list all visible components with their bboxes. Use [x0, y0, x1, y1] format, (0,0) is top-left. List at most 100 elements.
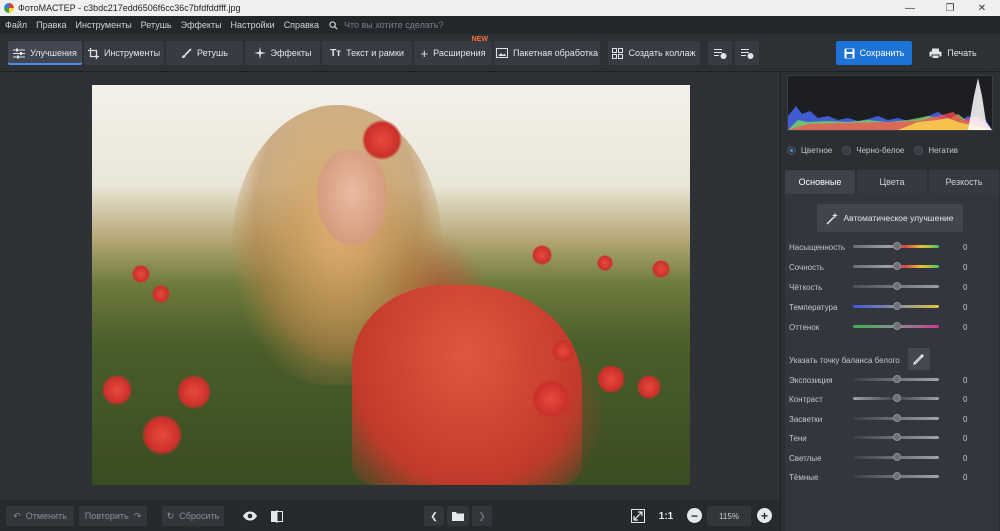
reset-label: Сбросить	[179, 511, 220, 521]
presets-info-button[interactable]	[735, 41, 759, 65]
photo-canvas[interactable]	[92, 85, 690, 485]
zoom-level[interactable]: 115%	[707, 506, 751, 526]
slider-label: Засветки	[789, 414, 823, 424]
save-button[interactable]: Сохранить	[836, 41, 912, 65]
tab-tools[interactable]: Инструменты	[84, 41, 164, 65]
open-folder-button[interactable]	[447, 506, 469, 526]
radio-bw-label[interactable]: Черно-белое	[856, 146, 904, 155]
poppy	[552, 340, 574, 362]
eyedropper-icon	[913, 354, 924, 365]
redo-button[interactable]: Повторить ↷	[79, 506, 147, 526]
slider-clarity[interactable]: Чёткость 0	[789, 280, 995, 294]
slider-knob[interactable]	[893, 453, 901, 461]
slider-label: Светлые	[789, 453, 822, 463]
create-collage-button[interactable]: Создать коллаж	[608, 41, 700, 65]
menu-edit[interactable]: Правка	[32, 20, 70, 30]
slider-value: 0	[963, 322, 968, 332]
presets-add-button[interactable]	[708, 41, 732, 65]
compare-button[interactable]	[267, 506, 287, 526]
tab-colors[interactable]: Цвета	[857, 170, 927, 194]
menu-help[interactable]: Справка	[280, 20, 323, 30]
slider-saturation[interactable]: Насыщенность 0	[789, 240, 995, 254]
radio-bw[interactable]	[842, 145, 852, 155]
slider-knob[interactable]	[893, 394, 901, 402]
poppy	[142, 415, 182, 455]
radio-color[interactable]	[787, 145, 796, 155]
tab-retouch[interactable]: Ретушь	[166, 41, 243, 65]
slider-knob[interactable]	[893, 282, 901, 290]
menu-tools[interactable]: Инструменты	[72, 20, 136, 30]
slider-knob[interactable]	[893, 302, 901, 310]
slider-temperature[interactable]: Температура 0	[789, 300, 995, 314]
preview-eye-button[interactable]	[240, 506, 260, 526]
magic-wand-icon	[826, 212, 839, 225]
undo-button[interactable]: ↶ Отменить	[6, 506, 74, 526]
tab-text-frames[interactable]: Tт Текст и рамки	[322, 41, 412, 65]
reset-button[interactable]: ↻ Сбросить	[162, 506, 224, 526]
slider-value: 0	[963, 302, 968, 312]
slider-knob[interactable]	[893, 433, 901, 441]
slider-knob[interactable]	[893, 414, 901, 422]
slider-value: 0	[963, 262, 968, 272]
tab-basic[interactable]: Основные	[785, 170, 855, 194]
reset-icon: ↻	[166, 510, 175, 521]
slider-label: Насыщенность	[789, 242, 846, 252]
tab-enhancements[interactable]: Улучшения	[8, 41, 82, 65]
floppy-icon	[844, 48, 855, 58]
batch-label: Пакетная обработка	[512, 48, 599, 58]
next-image-button[interactable]: ❯	[472, 506, 492, 526]
menu-settings[interactable]: Настройки	[227, 20, 279, 30]
auto-enhance-button[interactable]: Автоматическое улучшение	[817, 204, 963, 232]
prev-image-button[interactable]: ❮	[424, 506, 444, 526]
menu-file[interactable]: Файл	[1, 20, 31, 30]
slider-contrast[interactable]: Контраст 0	[789, 392, 995, 406]
close-button[interactable]: ✕	[964, 0, 1000, 16]
slider-darks[interactable]: Тёмные 0	[789, 470, 995, 484]
radio-negative-label[interactable]: Негатив	[928, 146, 958, 155]
slider-knob[interactable]	[893, 242, 901, 250]
print-button[interactable]: Печать	[914, 41, 992, 65]
panel-tabs: Основные Цвета Резкость	[785, 170, 999, 194]
menu-effects[interactable]: Эффекты	[177, 20, 226, 30]
redo-icon: ↷	[133, 510, 142, 521]
slider-tint[interactable]: Оттенок 0	[789, 320, 995, 334]
main-toolbar: Улучшения Инструменты Ретушь Эффекты Tт …	[0, 34, 1000, 72]
white-balance-picker-button[interactable]	[908, 348, 930, 370]
undo-icon: ↶	[13, 510, 21, 521]
zoom-in-button[interactable]: +	[757, 508, 772, 523]
radio-negative[interactable]	[914, 145, 924, 155]
slider-knob[interactable]	[893, 322, 901, 330]
poppy	[532, 245, 552, 265]
actual-size-button[interactable]: 1:1	[655, 506, 677, 526]
poppy	[102, 375, 132, 405]
slider-knob[interactable]	[893, 472, 901, 480]
slider-shadows[interactable]: Тени 0	[789, 431, 995, 445]
plus-icon: +	[760, 508, 768, 523]
canvas-area[interactable]	[0, 72, 780, 500]
search-box[interactable]: Что вы хотите сделать?	[329, 20, 444, 30]
slider-label: Сочность	[789, 262, 824, 272]
slider-knob[interactable]	[893, 375, 901, 383]
maximize-button[interactable]: ❐	[932, 0, 968, 16]
radio-color-label[interactable]: Цветное	[801, 146, 832, 155]
slider-lights[interactable]: Светлые 0	[789, 451, 995, 465]
poppy	[597, 255, 613, 271]
batch-processing-button[interactable]: Пакетная обработка	[494, 41, 600, 65]
slider-value: 0	[963, 453, 968, 463]
slider-vibrance[interactable]: Сочность 0	[789, 260, 995, 274]
tab-sharpness[interactable]: Резкость	[929, 170, 999, 194]
bottom-bar: ↶ Отменить Повторить ↷ ↻ Сбросить ❮ ❯ 1:…	[0, 500, 780, 531]
search-icon	[329, 20, 338, 30]
panel-body: Автоматическое улучшение Насыщенность 0 …	[785, 194, 999, 531]
folder-icon	[452, 512, 464, 521]
list-info-icon	[740, 48, 753, 59]
slider-knob[interactable]	[893, 262, 901, 270]
slider-exposure[interactable]: Экспозиция 0	[789, 373, 995, 387]
tab-extensions[interactable]: + Расширения NEW	[414, 36, 492, 65]
zoom-out-button[interactable]: −	[687, 508, 702, 523]
menu-retouch[interactable]: Ретушь	[137, 20, 176, 30]
slider-highlights[interactable]: Засветки 0	[789, 412, 995, 426]
tab-effects[interactable]: Эффекты	[245, 41, 320, 65]
minimize-button[interactable]: —	[892, 0, 928, 16]
fit-screen-button[interactable]	[628, 506, 648, 526]
